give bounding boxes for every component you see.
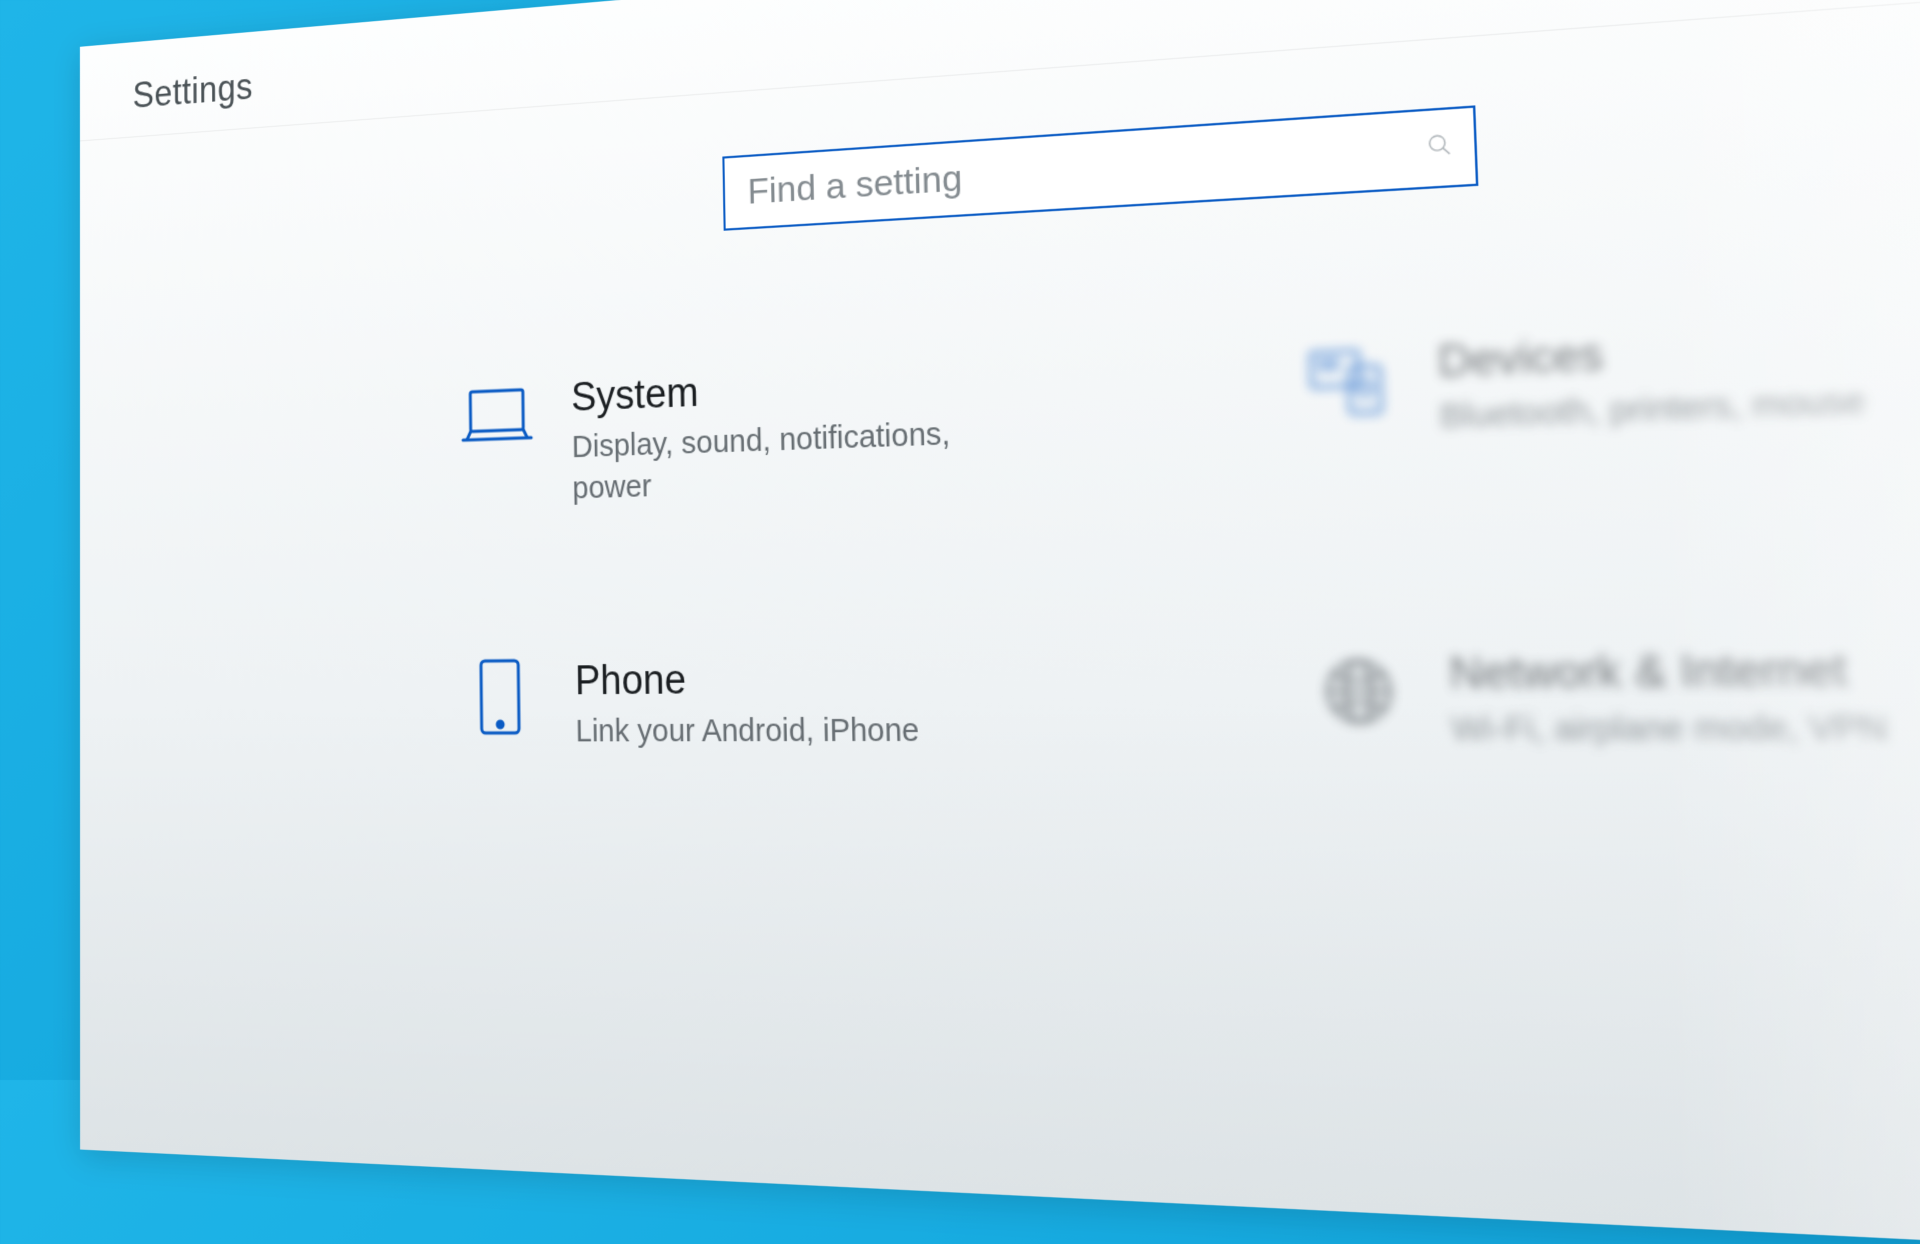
category-subtitle: Display, sound, notifications, power xyxy=(572,413,968,511)
category-subtitle: Wi-Fi, airplane mode, VPN xyxy=(1451,705,1920,754)
laptop-icon xyxy=(458,378,537,454)
category-title: Devices xyxy=(1437,310,1920,388)
globe-icon xyxy=(1310,650,1408,732)
category-system[interactable]: System Display, sound, notifications, po… xyxy=(458,353,1099,513)
category-network[interactable]: Network & Internet Wi-Fi, airplane mode,… xyxy=(1310,643,1920,754)
category-devices[interactable]: Devices Bluetooth, printers, mouse xyxy=(1300,310,1920,489)
category-phone[interactable]: Phone Link your Android, iPhone xyxy=(460,654,1105,754)
category-title: Network & Internet xyxy=(1449,643,1920,701)
devices-icon xyxy=(1300,340,1397,424)
category-subtitle: Bluetooth, printers, mouse xyxy=(1439,377,1920,441)
settings-window: Settings xyxy=(80,0,1920,1244)
search-input[interactable] xyxy=(722,105,1478,230)
category-subtitle: Link your Android, iPhone xyxy=(575,710,973,754)
phone-icon xyxy=(460,660,539,735)
category-title: System xyxy=(571,353,1096,421)
search-icon xyxy=(1426,132,1453,165)
category-title: Phone xyxy=(575,654,1105,706)
content-area: System Display, sound, notifications, po… xyxy=(80,0,1920,818)
categories-grid: System Display, sound, notifications, po… xyxy=(458,310,1920,754)
